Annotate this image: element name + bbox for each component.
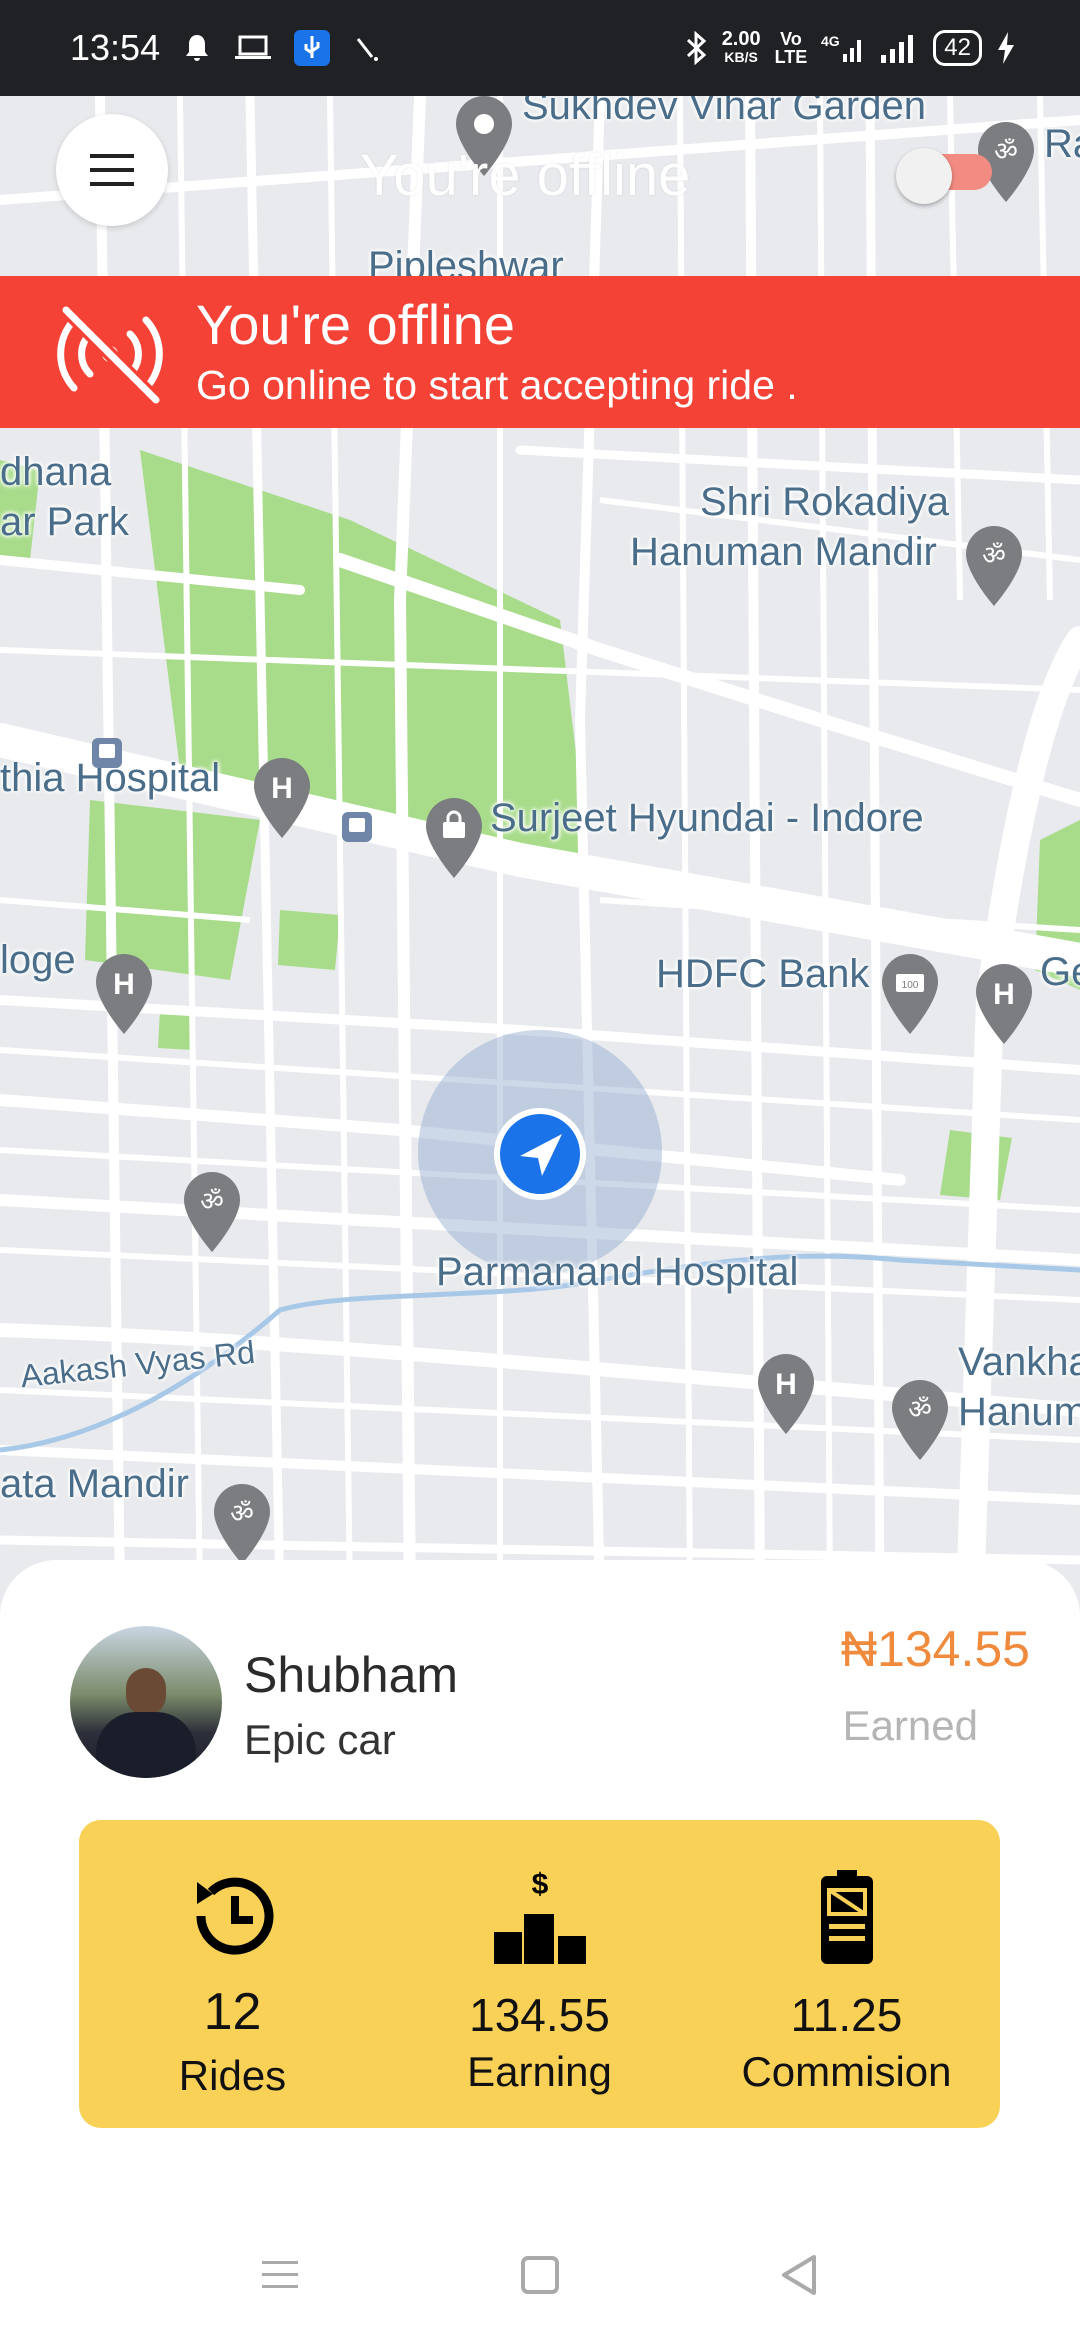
network-speed-unit: KB/S <box>724 49 758 65</box>
stat-earning[interactable]: $ 134.55 Earning <box>386 1820 693 2128</box>
svg-text:ॐ: ॐ <box>982 541 1006 571</box>
bus-stop-icon <box>92 738 122 768</box>
bus-stop-2-icon <box>342 812 372 842</box>
bluetooth-icon <box>684 31 708 65</box>
offline-banner: You're offline Go online to start accept… <box>0 276 1080 428</box>
bell-icon <box>182 32 212 64</box>
current-location-icon[interactable] <box>490 1104 590 1204</box>
recent-apps-button[interactable] <box>250 2245 310 2305</box>
driver-name: Shubham <box>244 1647 459 1703</box>
temple-pin-rokadiya-icon[interactable]: ॐ <box>964 524 1024 608</box>
svg-text:100: 100 <box>902 980 919 991</box>
laptop-icon <box>234 34 272 62</box>
hospital-pin-icon[interactable]: H <box>252 756 312 840</box>
home-button[interactable] <box>510 2245 570 2305</box>
home-icon <box>521 2256 559 2294</box>
online-toggle[interactable] <box>896 148 996 204</box>
map-label-loge: loge <box>0 938 76 982</box>
map-label-rokadiya-2: Hanuman Mandir <box>630 530 937 574</box>
stat-commission[interactable]: 11.25 Commision <box>693 1820 1000 2128</box>
back-button[interactable] <box>770 2245 830 2305</box>
mobile-data-icon: 4G <box>821 32 865 64</box>
hospital-pin-loge-icon[interactable]: H <box>94 952 154 1036</box>
offline-banner-subtitle: Go online to start accepting ride . <box>196 362 798 408</box>
history-icon <box>196 1877 273 1955</box>
avatar-head <box>126 1668 166 1716</box>
offline-signal-icon <box>57 305 163 405</box>
rides-label: Rides <box>178 2052 287 2099</box>
svg-text:H: H <box>271 772 293 805</box>
rides-value: 12 <box>203 1983 262 2041</box>
svg-text:ॐ: ॐ <box>200 1187 224 1217</box>
svg-text:ॐ: ॐ <box>994 137 1018 167</box>
map-label-sukhdev: Sukhdev Vihar Garden <box>522 96 926 128</box>
svg-text:H: H <box>113 968 135 1001</box>
map-label-surjeet: Surjeet Hyundai - Indore <box>490 796 924 840</box>
svg-text:4G: 4G <box>821 33 840 49</box>
back-icon <box>782 2255 816 2295</box>
recent-apps-icon <box>262 2261 298 2288</box>
battery-level: 42 <box>933 30 982 66</box>
network-speed: 2.00 KB/S <box>721 28 761 66</box>
map-label-rokadiya-1: Shri Rokadiya <box>700 480 950 524</box>
commission-label: Commision <box>741 2048 952 2095</box>
svg-text:H: H <box>993 978 1015 1011</box>
commission-value: 11.25 <box>790 1989 903 2041</box>
avatar-body <box>96 1712 196 1778</box>
temple-pin-left-icon[interactable]: ॐ <box>182 1170 242 1254</box>
map-label-vankha-1: Vankha <box>958 1340 1080 1384</box>
svg-text:ॐ: ॐ <box>230 1499 254 1529</box>
hospital-pin-right-icon[interactable]: H <box>974 962 1034 1046</box>
offline-banner-title: You're offline <box>196 293 515 356</box>
map-label-vankha-2: Hanum <box>958 1390 1080 1434</box>
map-label-ge: Ge <box>1040 950 1080 994</box>
bank-pin-icon[interactable]: 100 <box>880 952 940 1036</box>
car-name: Epic car <box>244 1716 396 1763</box>
map-label-ra: Ra <box>1044 122 1080 166</box>
system-nav-bar <box>0 2220 1080 2330</box>
header-title: You're offline <box>360 143 691 208</box>
volte-indicator: Vo LTE <box>774 29 808 67</box>
map-label-ata-mandir: ata Mandir <box>0 1462 189 1506</box>
shopping-pin-icon[interactable] <box>424 796 484 880</box>
stats-panel: 12 Rides $ 134.55 Earning 11.25 Commisio… <box>79 1820 1000 2128</box>
svg-text:$: $ <box>531 1868 548 1901</box>
temple-pin-ata-icon[interactable]: ॐ <box>212 1482 272 1566</box>
network-speed-value: 2.00 <box>721 28 761 50</box>
map-label-dhana-2: ar Park <box>0 500 129 544</box>
earnings-podium-icon: $ <box>493 1868 586 1964</box>
wifi-signal-icon <box>879 33 919 63</box>
earned-amount: ₦134.55 <box>840 1621 1030 1677</box>
toggle-knob <box>896 148 952 204</box>
temple-pin-vankha-icon[interactable]: ॐ <box>890 1378 950 1462</box>
menu-button[interactable] <box>56 114 168 226</box>
charging-icon <box>996 31 1016 65</box>
earning-value: 134.55 <box>469 1989 610 2041</box>
status-bar: 13:54 2.00 KB/S Vo LTE 4G 42 <box>0 0 1080 96</box>
usb-icon <box>294 30 331 66</box>
avatar[interactable] <box>70 1626 222 1778</box>
signal-slash-icon <box>352 33 382 63</box>
earning-label: Earning <box>467 2048 612 2095</box>
stat-rides[interactable]: 12 Rides <box>79 1820 386 2128</box>
svg-text:ॐ: ॐ <box>908 1395 932 1425</box>
map-label-dhana-1: dhana <box>0 450 112 494</box>
map-label-parmanand: Parmanand Hospital <box>436 1250 799 1294</box>
commission-receipt-icon <box>820 1870 873 1964</box>
earned-label: Earned <box>842 1702 978 1749</box>
hospital-pin-bottom-icon[interactable]: H <box>756 1352 816 1436</box>
map-label-hdfc: HDFC Bank <box>656 952 870 996</box>
svg-text:H: H <box>775 1368 797 1401</box>
status-time: 13:54 <box>70 27 161 68</box>
hamburger-icon <box>90 154 134 186</box>
